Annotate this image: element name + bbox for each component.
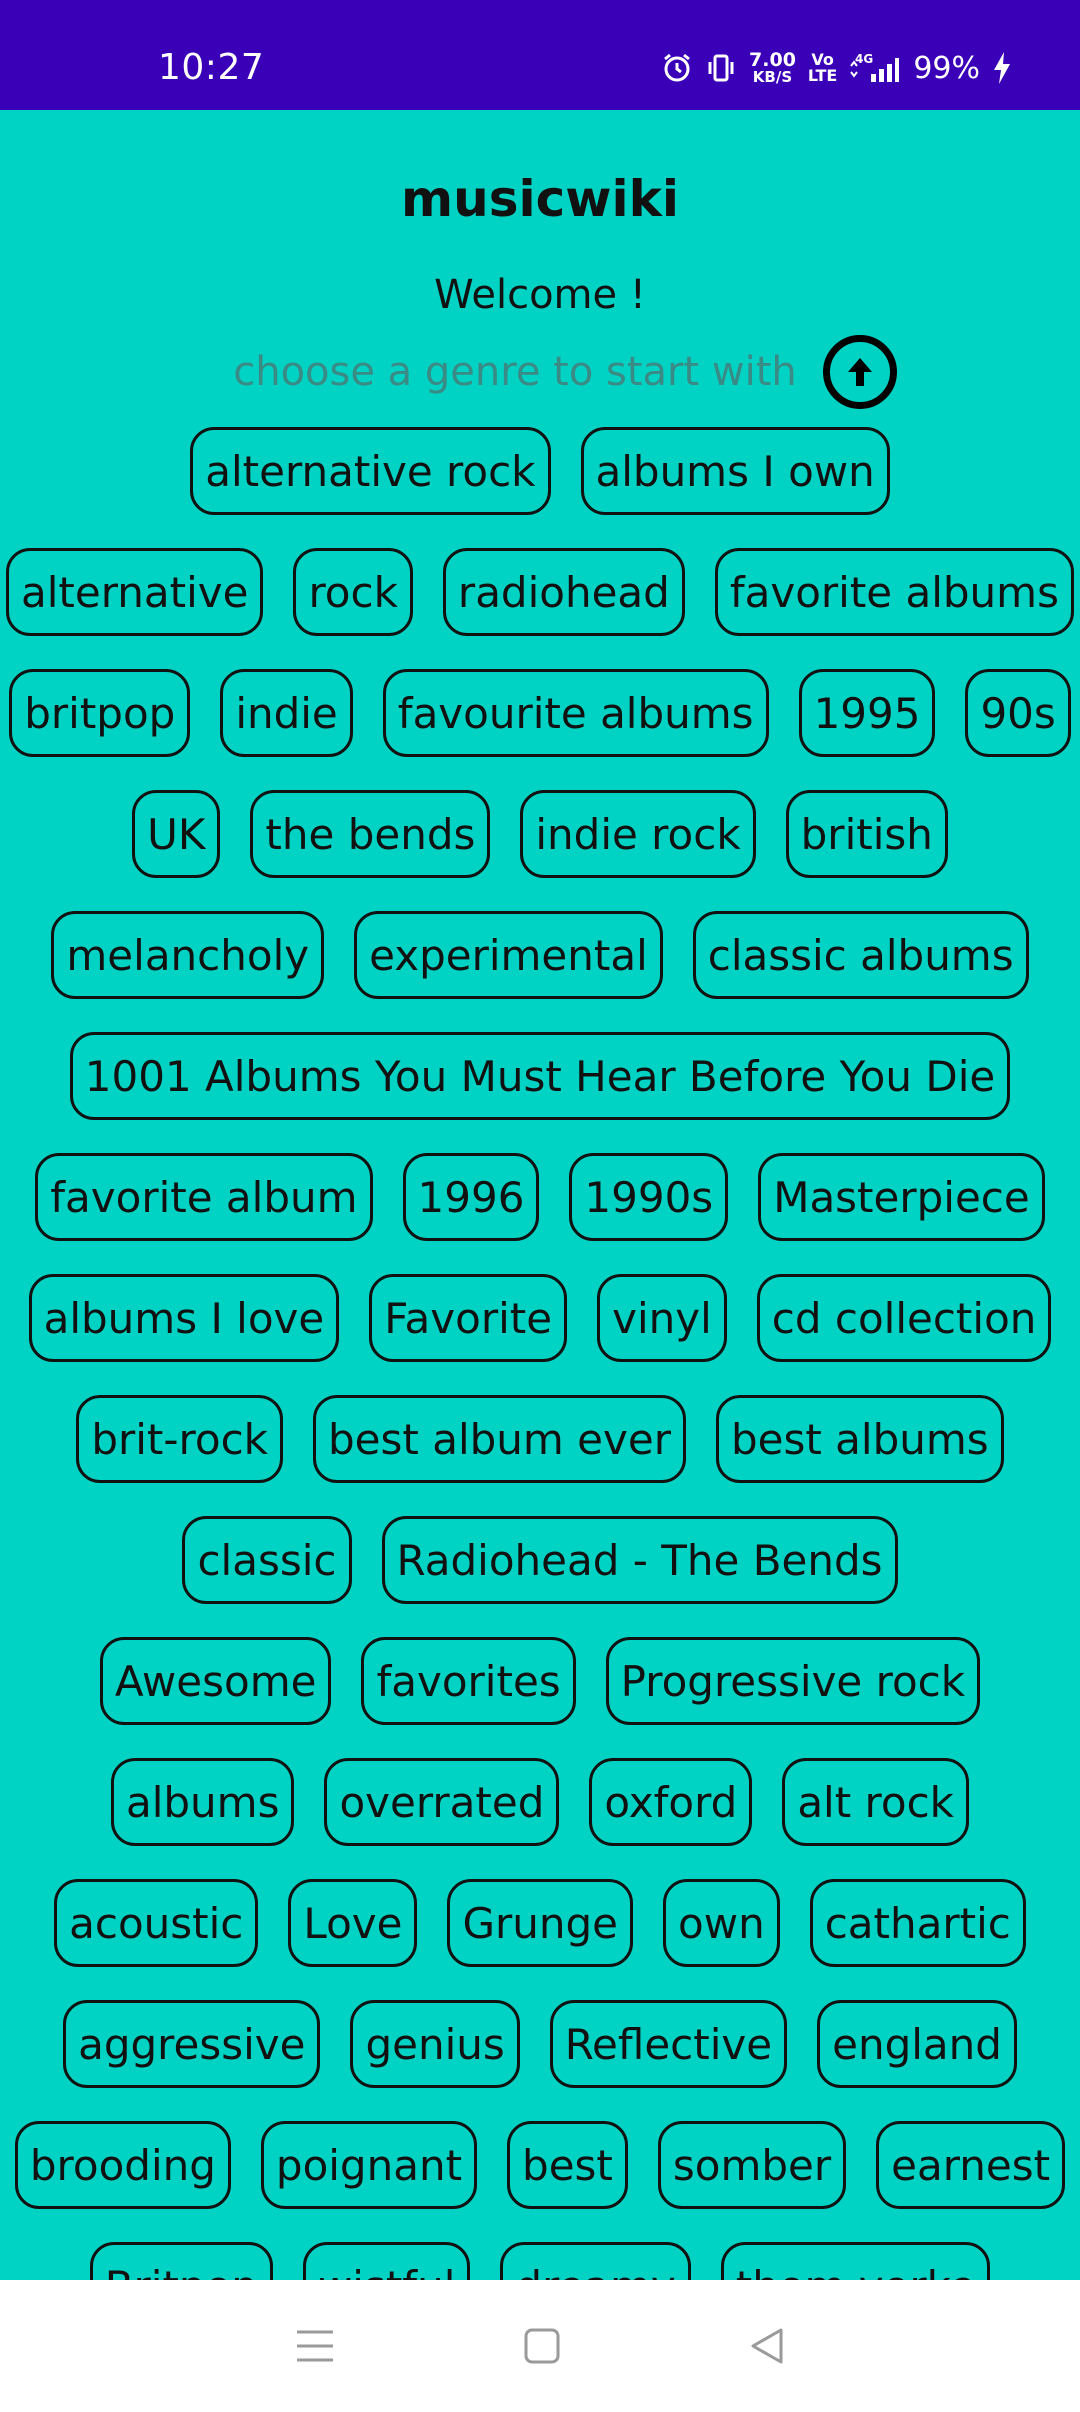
genre-tag[interactable]: radiohead [442, 548, 685, 636]
genre-tag[interactable]: cd collection [756, 1274, 1052, 1362]
genre-tag[interactable]: the bends [250, 790, 491, 878]
genre-tag[interactable]: somber [657, 2121, 847, 2209]
genre-tag[interactable]: brooding [14, 2121, 231, 2209]
welcome-text: Welcome ! [434, 272, 646, 318]
genre-tag[interactable]: favorite album [35, 1153, 373, 1241]
tag-row: Awesome favorites Progressive rock [0, 1637, 1080, 1758]
genre-tag[interactable]: Britpop [89, 2242, 273, 2280]
tag-row: albums I love Favorite vinyl cd collection [0, 1274, 1080, 1395]
app-title: musicwiki [401, 170, 679, 228]
tag-row: 1001 Albums You Must Hear Before You Die [0, 1032, 1080, 1153]
genre-tag[interactable]: best [507, 2121, 628, 2209]
status-time: 10:27 [158, 47, 265, 88]
tag-row: Britpop wistful dreamy thom yorke [0, 2242, 1080, 2280]
back-triangle-icon[interactable] [747, 2326, 787, 2366]
genre-tag[interactable]: favorites [361, 1637, 576, 1725]
genre-tag[interactable]: Radiohead - The Bends [381, 1516, 898, 1604]
app-screen: 10:27 7.00 KB/S Vo LTE 4G 99% musicwiki … [0, 0, 1080, 2412]
genre-tag[interactable]: melancholy [51, 911, 325, 999]
volte-bottom: LTE [807, 66, 838, 85]
tag-row: classic Radiohead - The Bends [0, 1516, 1080, 1637]
navigation-bar [0, 2280, 1080, 2412]
net-speed: 7.00 KB/S [749, 51, 796, 85]
genre-tag[interactable]: acoustic [54, 1879, 259, 1967]
tag-row: alternative rock albums I own [0, 427, 1080, 548]
genre-tag[interactable]: favorite albums [714, 548, 1074, 636]
genre-tag[interactable]: genius [350, 2000, 520, 2088]
genre-tag[interactable]: england [817, 2000, 1017, 2088]
menu-icon[interactable] [293, 2326, 337, 2366]
genre-tag[interactable]: earnest [876, 2121, 1066, 2209]
genre-tag[interactable]: classic albums [692, 911, 1029, 999]
tag-row: albums overrated oxford alt rock [0, 1758, 1080, 1879]
genre-tag[interactable]: Progressive rock [605, 1637, 981, 1725]
genre-tag[interactable]: oxford [589, 1758, 753, 1846]
genre-tag[interactable]: overrated [324, 1758, 560, 1846]
genre-tag[interactable]: british [785, 790, 948, 878]
genre-tag[interactable]: 1995 [798, 669, 936, 757]
svg-text:4G: 4G [855, 52, 873, 66]
genre-tag[interactable]: 1990s [569, 1153, 729, 1241]
main-content: musicwiki Welcome ! choose a genre to st… [0, 110, 1080, 2280]
tag-row: brit-rock best album ever best albums [0, 1395, 1080, 1516]
genre-tag[interactable]: Masterpiece [758, 1153, 1045, 1241]
genre-tag[interactable]: Awesome [99, 1637, 332, 1725]
tag-row: alternative rock radiohead favorite albums [0, 548, 1080, 669]
battery-level: 99% [913, 50, 980, 86]
genre-tag[interactable]: Grunge [447, 1879, 634, 1967]
choose-genre-prompt: choose a genre to start with [233, 349, 797, 395]
tag-row: brooding poignant best somber earnest [0, 2121, 1080, 2242]
genre-tag[interactable]: UK [132, 790, 221, 878]
genre-tag[interactable]: favourite albums [382, 669, 769, 757]
net-speed-unit: KB/S [752, 68, 793, 86]
genre-tag[interactable]: indie rock [520, 790, 756, 878]
genre-tag[interactable]: own [663, 1879, 780, 1967]
genre-tag[interactable]: 1001 Albums You Must Hear Before You Die [69, 1032, 1011, 1120]
genre-tag[interactable]: Love [288, 1879, 418, 1967]
choose-genre-row: choose a genre to start with [0, 332, 1080, 412]
genre-tag[interactable]: alternative rock [190, 427, 551, 515]
genre-tag[interactable]: Favorite [369, 1274, 568, 1362]
genre-tag[interactable]: alternative [6, 548, 264, 636]
tag-row: UK the bends indie rock british [0, 790, 1080, 911]
tag-row: acoustic Love Grunge own cathartic [0, 1879, 1080, 2000]
genre-tag[interactable]: wistful [302, 2242, 471, 2280]
alarm-icon [661, 52, 693, 84]
home-square-icon[interactable] [522, 2326, 562, 2366]
genre-tag[interactable]: experimental [354, 911, 663, 999]
genre-tag-list: alternative rock albums I own alternative r… [0, 427, 1080, 2280]
genre-tag[interactable]: albums [110, 1758, 295, 1846]
charging-icon [992, 51, 1012, 85]
genre-tag[interactable]: brit-rock [76, 1395, 284, 1483]
genre-tag[interactable]: albums I own [580, 427, 890, 515]
tag-row: britpop indie favourite albums 1995 90s [0, 669, 1080, 790]
vibrate-icon [705, 52, 737, 84]
genre-tag[interactable]: cathartic [809, 1879, 1026, 1967]
arrow-up-icon [847, 358, 872, 386]
genre-tag[interactable]: aggressive [63, 2000, 321, 2088]
genre-tag[interactable]: albums I love [28, 1274, 340, 1362]
volte-indicator: Vo LTE [808, 52, 837, 84]
genre-tag[interactable]: indie [220, 669, 353, 757]
tag-row: favorite album 1996 1990s Masterpiece [0, 1153, 1080, 1274]
genre-tag[interactable]: best album ever [313, 1395, 686, 1483]
tag-row: melancholy experimental classic albums [0, 911, 1080, 1032]
genre-tag[interactable]: vinyl [597, 1274, 727, 1362]
genre-tag[interactable]: thom yorke [720, 2242, 991, 2280]
genre-tag[interactable]: alt rock [782, 1758, 969, 1846]
scroll-up-button[interactable] [822, 335, 897, 409]
genre-tag[interactable]: britpop [9, 669, 191, 757]
genre-tag[interactable]: poignant [260, 2121, 478, 2209]
genre-tag[interactable]: rock [293, 548, 413, 636]
status-icons: 7.00 KB/S Vo LTE 4G 99% [661, 0, 1012, 110]
status-bar: 10:27 7.00 KB/S Vo LTE 4G 99% [0, 0, 1080, 110]
genre-tag[interactable]: dreamy [500, 2242, 691, 2280]
genre-tag[interactable]: 1996 [402, 1153, 540, 1241]
genre-tag[interactable]: Reflective [549, 2000, 788, 2088]
genre-tag[interactable]: classic [182, 1516, 352, 1604]
genre-tag[interactable]: best albums [715, 1395, 1004, 1483]
genre-tag[interactable]: 90s [965, 669, 1071, 757]
signal-icon: 4G [849, 52, 901, 84]
tag-row: aggressive genius Reflective england [0, 2000, 1080, 2121]
